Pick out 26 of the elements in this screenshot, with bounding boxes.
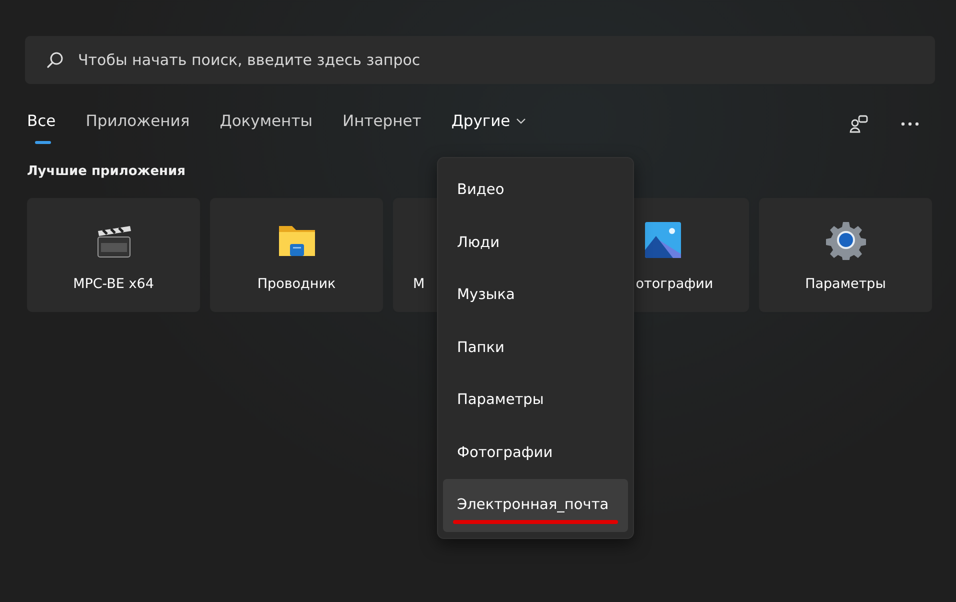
more-icon[interactable]	[901, 122, 919, 126]
menu-item[interactable]: Электронная_почта	[443, 479, 628, 532]
app-tile[interactable]: Проводник	[210, 198, 383, 312]
app-tile[interactable]: MPC-BE x64	[27, 198, 200, 312]
dropdown-tab[interactable]: Другие	[451, 106, 526, 144]
menu-item[interactable]: Папки	[443, 322, 628, 374]
chevron-down-icon	[516, 118, 526, 124]
photos-icon	[644, 222, 680, 258]
app-tile[interactable]: Параметры	[759, 198, 932, 312]
app-name: MPC-BE x64	[73, 276, 154, 292]
tab[interactable]: Приложения	[86, 106, 190, 144]
menu-item[interactable]: Фотографии	[443, 426, 628, 479]
menu-item[interactable]: Параметры	[443, 374, 628, 426]
people-chat-icon[interactable]	[849, 114, 869, 134]
tab[interactable]: Все	[27, 106, 56, 144]
search-icon	[46, 51, 64, 69]
app-name: Проводник	[257, 276, 336, 292]
section-title: Лучшие приложения	[26, 164, 186, 179]
search-bar[interactable]: Чтобы начать поиск, введите здесь запрос	[25, 36, 935, 84]
search-field[interactable]: Чтобы начать поиск, введите здесь запрос	[76, 50, 935, 70]
app-name: Параметры	[805, 276, 886, 292]
tab[interactable]: Интернет	[342, 106, 422, 144]
tab[interactable]: Документы	[220, 106, 312, 144]
app-name: отографии	[634, 276, 714, 292]
app-name: М	[413, 276, 425, 292]
gear-icon	[826, 220, 866, 260]
